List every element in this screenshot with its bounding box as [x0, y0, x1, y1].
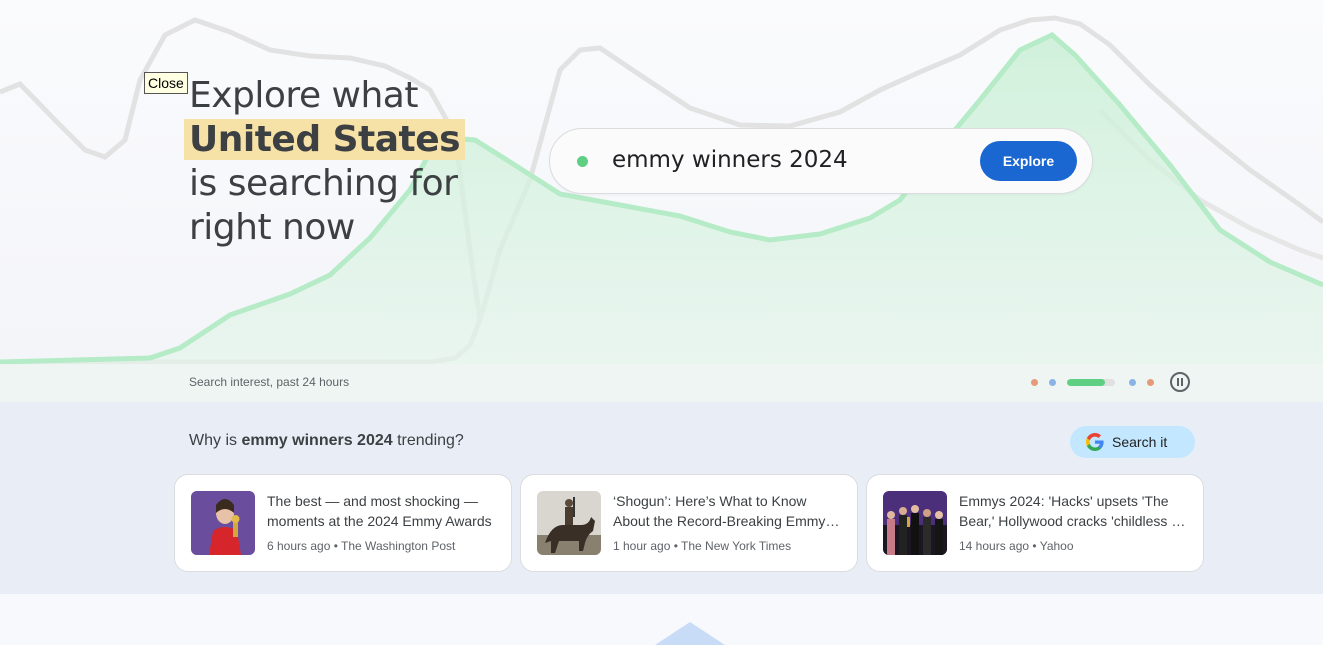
- trending-term: emmy winners 2024: [241, 432, 393, 449]
- pager-progress[interactable]: [1067, 378, 1115, 386]
- news-card[interactable]: ‘Shogun’: Here’s What to Know About the …: [520, 474, 858, 572]
- headline-line-3: is searching for: [189, 163, 458, 204]
- news-title: ‘Shogun’: Here’s What to Know About the …: [613, 493, 826, 529]
- pause-button[interactable]: [1170, 372, 1190, 392]
- decorative-shape: [655, 622, 725, 645]
- search-it-label: Search it: [1112, 434, 1168, 450]
- headline-line-4: right now: [189, 207, 355, 248]
- google-g-icon: [1086, 433, 1104, 451]
- search-it-button[interactable]: Search it: [1070, 426, 1195, 458]
- interest-caption: Search interest, past 24 hours: [189, 375, 350, 389]
- search-term[interactable]: emmy winners 2024: [612, 147, 848, 173]
- pager-dot[interactable]: [1147, 378, 1154, 386]
- news-thumbnail: [191, 491, 255, 555]
- page-headline: Explore what United States is searching …: [184, 74, 466, 250]
- close-tooltip[interactable]: Close: [144, 72, 188, 94]
- trend-search-box[interactable]: emmy winners 2024 Explore: [549, 128, 1093, 194]
- news-card[interactable]: Emmys 2024: 'Hacks' upsets 'The Bear,' H…: [866, 474, 1204, 572]
- news-thumbnail: [537, 491, 601, 555]
- pager-dot[interactable]: [1049, 378, 1056, 386]
- headline-line-1: Explore what: [189, 75, 418, 116]
- news-thumbnail: [883, 491, 947, 555]
- why-trending-heading: Why is emmy winners 2024 trending?: [189, 432, 464, 449]
- headline-country[interactable]: United States: [184, 119, 466, 160]
- news-meta: 14 hours ago • Yahoo: [959, 539, 1074, 553]
- carousel-pager: [1031, 372, 1165, 392]
- news-title: The best — and most shocking — moments a…: [267, 493, 492, 529]
- pager-dot[interactable]: [1129, 378, 1136, 386]
- news-meta: 6 hours ago • The Washington Post: [267, 539, 456, 553]
- news-card[interactable]: The best — and most shocking — moments a…: [174, 474, 512, 572]
- explore-button[interactable]: Explore: [980, 141, 1077, 181]
- hero-section: Close Explore what United States is sear…: [0, 0, 1323, 402]
- news-meta: 1 hour ago • The New York Times: [613, 539, 792, 553]
- news-title: Emmys 2024: 'Hacks' upsets 'The Bear,' H…: [959, 493, 1190, 529]
- pause-icon: [1177, 378, 1179, 386]
- pager-dot[interactable]: [1031, 378, 1038, 386]
- live-dot-icon: [577, 156, 588, 167]
- trending-section: Why is emmy winners 2024 trending? Searc…: [0, 402, 1323, 594]
- pager-progress-fill: [1067, 378, 1106, 386]
